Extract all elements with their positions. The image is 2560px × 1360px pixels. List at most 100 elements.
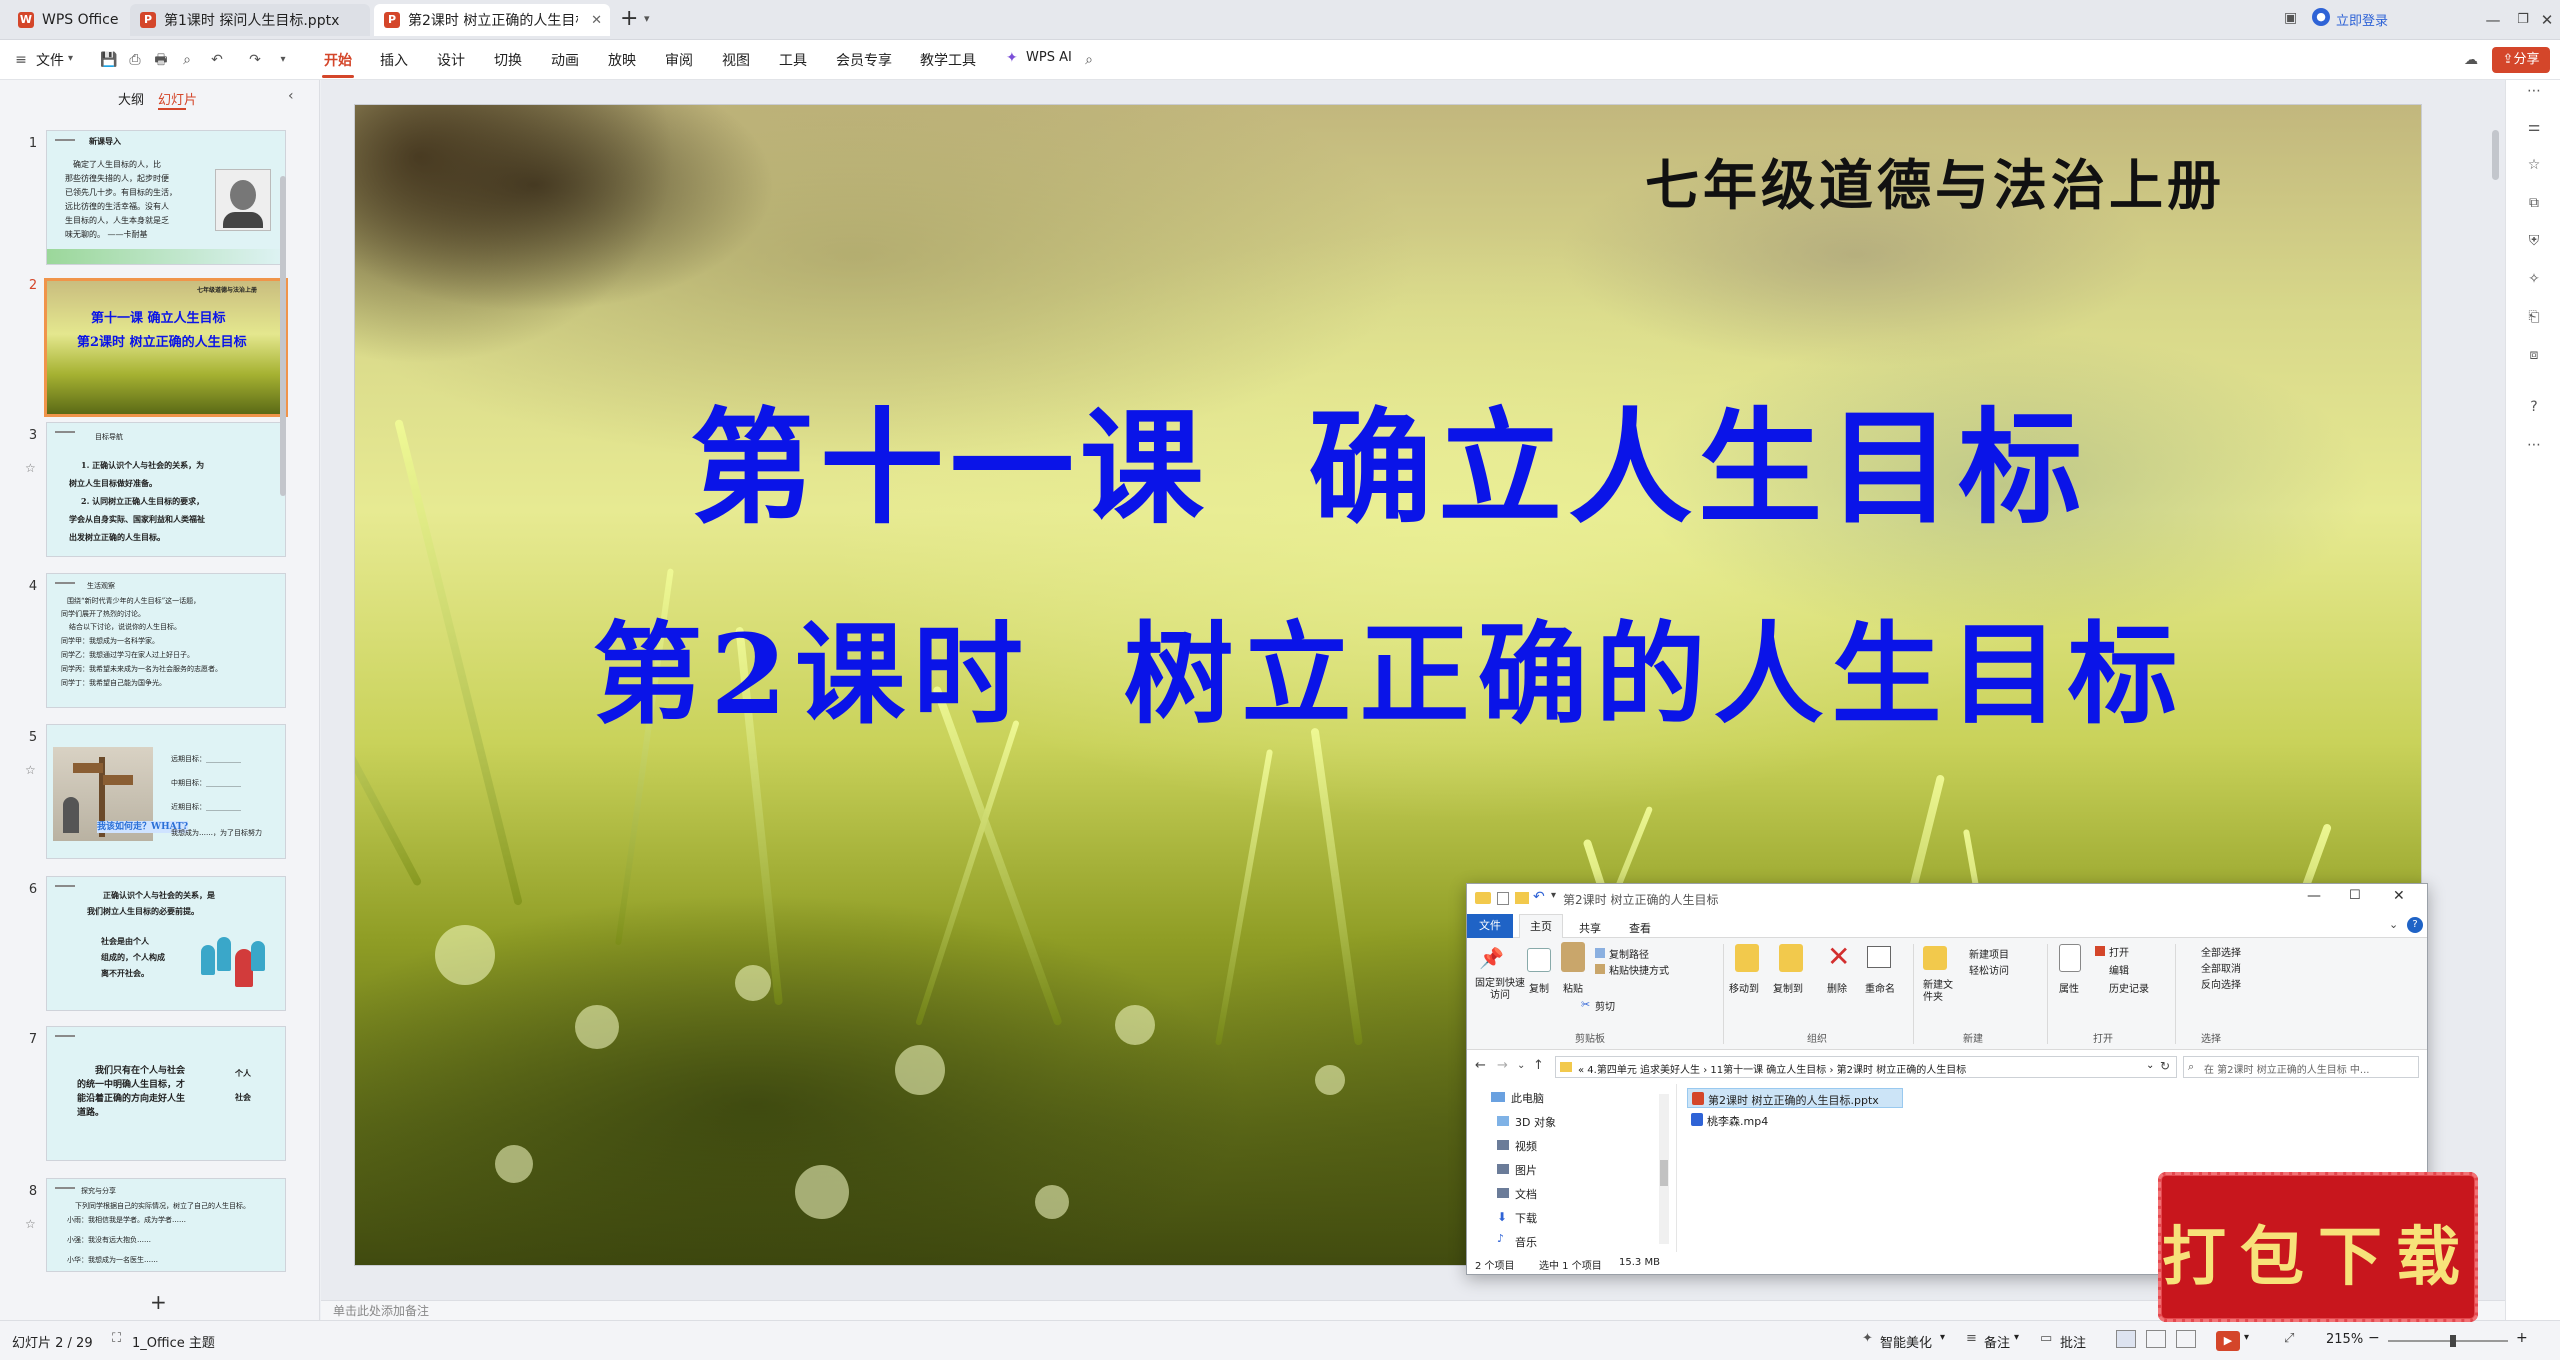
properties-icon[interactable] — [1497, 892, 1509, 905]
reading-view-icon[interactable] — [2176, 1330, 2196, 1348]
theme-name[interactable]: 1_Office 主题 — [132, 1332, 215, 1351]
login-link[interactable]: 立即登录 — [2336, 10, 2388, 29]
zoom-slider[interactable] — [2388, 1340, 2508, 1342]
file-row[interactable]: 桃李森.mp4 — [1687, 1110, 1903, 1130]
refresh-icon[interactable]: ↻ — [2160, 1059, 2170, 1073]
menu-item-teaching[interactable]: 教学工具 — [920, 50, 976, 70]
menu-item-member[interactable]: 会员专享 — [836, 50, 892, 70]
nav-item-documents[interactable]: 文档 — [1515, 1186, 1537, 1202]
chevron-down-icon[interactable]: ▾ — [68, 53, 73, 64]
menu-item-review[interactable]: 审阅 — [665, 50, 693, 70]
window-layout-icon[interactable]: ▣ — [2284, 10, 2297, 26]
export-pdf-icon[interactable]: ⎙ — [126, 51, 144, 69]
undo-icon[interactable]: ↶ — [1533, 889, 1545, 905]
chevron-down-icon[interactable]: ▾ — [644, 12, 650, 25]
adjust-icon[interactable]: ⚌ — [2525, 118, 2543, 136]
print-preview-icon[interactable]: ⌕ — [178, 51, 196, 69]
help-icon[interactable]: ? — [2525, 398, 2543, 416]
share-button[interactable]: ⇪分享 — [2492, 47, 2550, 73]
forward-arrow-icon[interactable]: → — [1497, 1058, 1508, 1073]
chevron-down-icon[interactable]: ⌄ — [2146, 1060, 2154, 1071]
menu-item-view[interactable]: 视图 — [722, 50, 750, 70]
back-arrow-icon[interactable]: ← — [1475, 1058, 1486, 1073]
tab-file-2[interactable]: P 第2课时 树立正确的人生目标 ✕ — [374, 4, 610, 36]
history-button[interactable]: 历史记录 — [2109, 980, 2149, 995]
zoom-out-icon[interactable]: − — [2368, 1330, 2380, 1346]
close-window-icon[interactable]: ✕ — [2393, 888, 2405, 904]
new-folder-button[interactable]: 新建文件夹 — [1923, 980, 1955, 1004]
minimize-icon[interactable]: — — [2307, 888, 2321, 904]
chevron-down-icon[interactable]: ⌄ — [1517, 1060, 1525, 1071]
copy-icon[interactable]: ⧉ — [2525, 194, 2543, 212]
slide-thumb-8[interactable]: 探究与分享 下列同学根据自己的实际情况，树立了自己的人生目标。 小雨：我相信我是… — [46, 1178, 286, 1272]
sorter-view-icon[interactable] — [2146, 1330, 2166, 1348]
ribbon-tab-view[interactable]: 查看 — [1629, 920, 1651, 936]
add-slide-button[interactable]: + — [150, 1290, 167, 1314]
delete-button[interactable]: 删除 — [1827, 980, 1847, 995]
help-icon[interactable]: ? — [2407, 917, 2423, 933]
ribbon-tab-file[interactable]: 文件 — [1467, 914, 1513, 938]
zoom-in-icon[interactable]: + — [2516, 1330, 2528, 1346]
play-slideshow-icon[interactable]: ▶ — [2216, 1331, 2240, 1351]
menu-item-tools[interactable]: 工具 — [779, 50, 807, 70]
menu-item-transition[interactable]: 切换 — [494, 50, 522, 70]
slide-thumb-5[interactable]: 我该如何走？WHAT? 远期目标：__________ 中期目标：_______… — [46, 724, 286, 859]
zoom-slider-thumb[interactable] — [2450, 1335, 2456, 1347]
chevron-down-icon[interactable]: ▾ — [2244, 1332, 2249, 1343]
smart-beautify-button[interactable]: 智能美化 — [1880, 1332, 1932, 1351]
invert-selection-button[interactable]: 反向选择 — [2201, 976, 2241, 991]
up-arrow-icon[interactable]: ↑ — [1533, 1058, 1544, 1073]
chevron-down-icon[interactable]: ▾ — [1940, 1332, 1945, 1343]
rename-button[interactable]: 重命名 — [1865, 980, 1895, 995]
menu-item-slideshow[interactable]: 放映 — [608, 50, 636, 70]
slide-thumb-4[interactable]: 生活观察 围绕“新时代青少年的人生目标”这一话题， 同学们展开了热烈的讨论。 结… — [46, 573, 286, 708]
new-item-button[interactable]: 新建项目 — [1969, 946, 2009, 961]
fit-window-icon[interactable]: ⤢ — [2284, 1331, 2294, 1346]
file-row-selected[interactable]: 第2课时 树立正确的人生目标.pptx — [1687, 1088, 1903, 1108]
paste-shortcut-button[interactable]: 粘贴快捷方式 — [1609, 962, 1669, 977]
chevron-down-icon[interactable]: ▾ — [2014, 1332, 2019, 1343]
avatar-icon[interactable]: ● — [2312, 8, 2330, 26]
magic-icon[interactable]: ✧ — [2525, 270, 2543, 288]
slide-thumb-1[interactable]: 新课导入 确定了人生目标的人，比 那些彷徨失措的人，起步时便 已领先几十步。有目… — [46, 130, 286, 265]
paste-button[interactable]: 粘贴 — [1563, 980, 1583, 995]
search-field[interactable]: ⌕ 在 第2课时 树立正确的人生目标 中... — [2183, 1056, 2419, 1078]
nav-scrollbar[interactable] — [1659, 1094, 1669, 1244]
copy-path-button[interactable]: 复制路径 — [1609, 946, 1649, 961]
menu-item-start[interactable]: 开始 — [324, 50, 352, 70]
new-tab-button[interactable]: + — [620, 6, 638, 31]
breadcrumb-item[interactable]: 11第十一课 确立人生目标 — [1710, 1065, 1826, 1076]
restore-icon[interactable]: ❐ — [2510, 8, 2536, 32]
slide-thumb-6[interactable]: 正确认识个人与社会的关系，是 我们树立人生目标的必要前提。 社会是由个人 组成的… — [46, 876, 286, 1011]
download-package-button[interactable]: 打包下载 — [2158, 1172, 2478, 1322]
menu-item-design[interactable]: 设计 — [437, 50, 465, 70]
copy-to-button[interactable]: 复制到 — [1773, 980, 1803, 995]
select-none-button[interactable]: 全部取消 — [2201, 960, 2241, 975]
pin-quick-access-button[interactable]: 固定到快速访问 — [1475, 978, 1525, 1002]
nav-item-downloads[interactable]: 下载 — [1515, 1210, 1537, 1226]
breadcrumb-item[interactable]: 4.第四单元 追求美好人生 — [1587, 1065, 1700, 1076]
nav-item-this-pc[interactable]: 此电脑 — [1511, 1090, 1544, 1106]
chevron-down-icon[interactable]: ▾ — [1551, 890, 1556, 901]
comments-button[interactable]: 批注 — [2060, 1332, 2086, 1351]
zoom-level[interactable]: 215% — [2326, 1332, 2363, 1347]
thumbnail-scrollbar[interactable] — [280, 176, 286, 496]
easy-access-button[interactable]: 轻松访问 — [1969, 962, 2009, 977]
print-icon[interactable]: 🖶 — [152, 51, 170, 69]
edit-button[interactable]: 编辑 — [2109, 962, 2129, 977]
open-button[interactable]: 打开 — [2109, 944, 2129, 959]
nav-item-music[interactable]: 音乐 — [1515, 1234, 1537, 1250]
ribbon-collapse-icon[interactable]: ⌄ — [2389, 918, 2398, 931]
move-to-button[interactable]: 移动到 — [1729, 980, 1759, 995]
address-bar[interactable]: « 4.第四单元 追求美好人生 › 11第十一课 确立人生目标 › 第2课时 树… — [1555, 1056, 2177, 1078]
undo-icon[interactable]: ↶ — [208, 51, 226, 69]
minimize-icon[interactable]: — — [2480, 8, 2506, 32]
nav-item-pictures[interactable]: 图片 — [1515, 1162, 1537, 1178]
file-icon[interactable]: ⎗ — [2525, 308, 2543, 326]
file-menu[interactable]: 文件 — [36, 50, 64, 70]
shield-icon[interactable]: ⛨ — [2525, 232, 2543, 250]
slide-thumb-7[interactable]: 我们只有在个人与社会 的统一中明确人生目标，才 能沿着正确的方向走好人生 道路。… — [46, 1026, 286, 1161]
menu-item-insert[interactable]: 插入 — [380, 50, 408, 70]
redo-icon[interactable]: ↷ — [246, 51, 264, 69]
close-tab-icon[interactable]: ✕ — [591, 13, 602, 28]
